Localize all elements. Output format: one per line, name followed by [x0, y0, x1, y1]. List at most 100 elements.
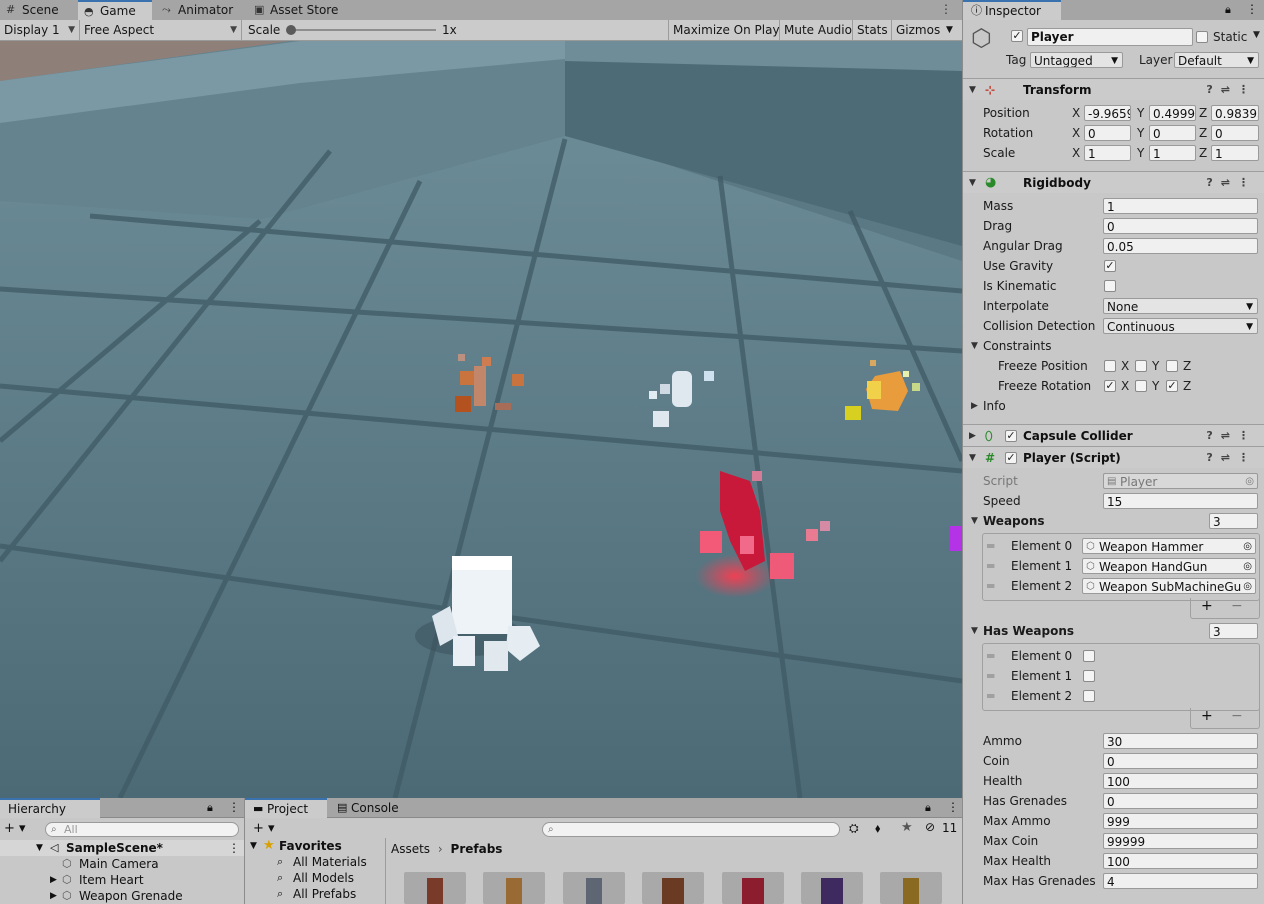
player-script-enabled-checkbox[interactable]: ✓: [1005, 452, 1017, 464]
drag-handle-icon[interactable]: ═: [987, 646, 994, 666]
hierarchy-item[interactable]: ⬡ Main Camera: [0, 856, 244, 872]
use-gravity-checkbox[interactable]: ✓: [1104, 260, 1116, 272]
drag-handle-icon[interactable]: ═: [987, 556, 994, 576]
component-header-icons[interactable]: ?⇌⋮: [1206, 172, 1257, 194]
favorite-all-models[interactable]: All Models: [293, 871, 354, 885]
tag-dropdown[interactable]: Untagged ▼: [1030, 52, 1123, 68]
component-header-icons[interactable]: ?⇌⋮: [1206, 425, 1257, 447]
weapons-size-field[interactable]: 3: [1209, 513, 1258, 529]
drag-handle-icon[interactable]: ═: [987, 666, 994, 686]
rotation-x-field[interactable]: 0: [1084, 125, 1131, 141]
position-y-field[interactable]: 0.49999: [1149, 105, 1196, 121]
object-name-input[interactable]: Player: [1027, 28, 1193, 46]
create-asset-button[interactable]: + ▾: [253, 821, 275, 836]
favorite-all-prefabs[interactable]: All Prefabs: [293, 887, 356, 901]
expand-arrow-icon[interactable]: ▶: [50, 888, 57, 904]
favorite-star-icon[interactable]: ★: [901, 820, 913, 835]
weapon-element-0-field[interactable]: ⬡ Weapon Hammer ◎: [1082, 538, 1256, 554]
lock-icon[interactable]: 🔒︎: [925, 801, 931, 815]
object-picker-icon[interactable]: ◎: [1243, 579, 1252, 593]
scene-row[interactable]: ▼ ◁ SampleScene* ⋮: [0, 840, 244, 856]
expand-arrow-icon[interactable]: ▶: [971, 396, 978, 416]
has-weapon-0-checkbox[interactable]: [1083, 650, 1095, 662]
position-z-field[interactable]: 0.98393: [1211, 105, 1259, 121]
has-weapons-header-row[interactable]: ▼ Has Weapons 3: [963, 621, 1264, 641]
freeze-rotation-y-checkbox[interactable]: [1135, 380, 1147, 392]
breadcrumb-prefabs[interactable]: Prefabs: [451, 842, 503, 856]
prefab-thumbnail[interactable]: [642, 872, 704, 904]
drag-handle-icon[interactable]: ═: [987, 576, 994, 596]
collapse-arrow-icon[interactable]: ▼: [969, 79, 976, 101]
static-checkbox[interactable]: [1196, 31, 1208, 43]
tab-animator[interactable]: ⤳ Animator: [156, 0, 246, 20]
tab-asset-store[interactable]: ▣ Asset Store: [248, 0, 348, 20]
remove-element-button[interactable]: −: [1231, 708, 1243, 724]
max-has-grenades-field[interactable]: 4: [1103, 873, 1258, 889]
more-menu-icon[interactable]: ⋮: [228, 800, 240, 814]
project-search-input[interactable]: ⌕: [542, 822, 840, 837]
max-health-field[interactable]: 100: [1103, 853, 1258, 869]
maximize-on-play-toggle[interactable]: Maximize On Play: [668, 20, 784, 40]
prefab-thumbnail[interactable]: [722, 872, 784, 904]
search-by-type-icon[interactable]: ⛭: [849, 821, 859, 836]
object-picker-icon[interactable]: ◎: [1243, 539, 1252, 553]
collision-detection-dropdown[interactable]: Continuous ▼: [1103, 318, 1258, 334]
tab-console[interactable]: ▤ Console: [329, 798, 419, 818]
scene-menu-icon[interactable]: ⋮: [228, 840, 240, 856]
rigidbody-header[interactable]: ▼ ◕ Rigidbody ?⇌⋮: [963, 171, 1264, 193]
capsule-collider-header[interactable]: ▶ ⬯ ✓ Capsule Collider ?⇌⋮: [963, 424, 1264, 446]
collapse-arrow-icon[interactable]: ▼: [971, 621, 978, 641]
hidden-packages-icon[interactable]: ⊘: [925, 820, 935, 834]
display-dropdown[interactable]: Display 1 ▼: [0, 20, 80, 40]
game-viewport[interactable]: [0, 41, 962, 798]
expand-arrow-icon[interactable]: ▼: [250, 841, 257, 851]
freeze-position-y-checkbox[interactable]: [1135, 360, 1147, 372]
more-menu-icon[interactable]: ⋮: [940, 2, 952, 16]
has-weapons-size-field[interactable]: 3: [1209, 623, 1258, 639]
breadcrumb-assets[interactable]: Assets: [391, 842, 430, 856]
scale-z-field[interactable]: 1: [1211, 145, 1259, 161]
expand-arrow-icon[interactable]: ▶: [50, 872, 57, 888]
max-coin-field[interactable]: 99999: [1103, 833, 1258, 849]
expand-arrow-icon[interactable]: ▶: [969, 425, 976, 447]
is-kinematic-checkbox[interactable]: [1104, 280, 1116, 292]
scale-slider-track[interactable]: [290, 29, 436, 31]
constraints-row[interactable]: ▼ Constraints: [963, 336, 1264, 356]
rotation-y-field[interactable]: 0: [1149, 125, 1196, 141]
component-header-icons[interactable]: ?⇌⋮: [1206, 79, 1257, 101]
collapse-arrow-icon[interactable]: ▼: [971, 511, 978, 531]
lock-icon[interactable]: 🔒︎: [1225, 3, 1231, 17]
tab-inspector[interactable]: ⓘ Inspector: [963, 0, 1061, 20]
gizmos-toggle[interactable]: Gizmos: [891, 20, 944, 40]
add-element-button[interactable]: +: [1201, 598, 1213, 614]
object-picker-icon[interactable]: ◎: [1243, 559, 1252, 573]
capsule-collider-enabled-checkbox[interactable]: ✓: [1005, 430, 1017, 442]
collapse-arrow-icon[interactable]: ▼: [969, 172, 976, 194]
scale-x-field[interactable]: 1: [1084, 145, 1131, 161]
add-element-button[interactable]: +: [1201, 708, 1213, 724]
player-script-header[interactable]: ▼ # ✓ Player (Script) ?⇌⋮: [963, 446, 1264, 468]
freeze-rotation-z-checkbox[interactable]: ✓: [1166, 380, 1178, 392]
expand-arrow-icon[interactable]: ▼: [36, 840, 43, 856]
info-row[interactable]: ▶ Info: [963, 396, 1264, 416]
coin-field[interactable]: 0: [1103, 753, 1258, 769]
tab-project[interactable]: ▬ Project: [245, 798, 327, 818]
add-object-button[interactable]: + ▾: [4, 821, 26, 836]
freeze-position-z-checkbox[interactable]: [1166, 360, 1178, 372]
component-header-icons[interactable]: ?⇌⋮: [1206, 447, 1257, 469]
more-menu-icon[interactable]: ⋮: [947, 800, 959, 814]
rotation-z-field[interactable]: 0: [1211, 125, 1259, 141]
mass-field[interactable]: 1: [1103, 198, 1258, 214]
freeze-rotation-x-checkbox[interactable]: ✓: [1104, 380, 1116, 392]
stats-toggle[interactable]: Stats: [852, 20, 892, 40]
drag-handle-icon[interactable]: ═: [987, 686, 994, 706]
has-grenades-field[interactable]: 0: [1103, 793, 1258, 809]
freeze-position-x-checkbox[interactable]: [1104, 360, 1116, 372]
prefab-thumbnail[interactable]: [483, 872, 545, 904]
gameobject-cube-icon[interactable]: ⬡: [971, 24, 992, 52]
mute-audio-toggle[interactable]: Mute Audio: [779, 20, 856, 40]
remove-element-button[interactable]: −: [1231, 598, 1243, 614]
hierarchy-search-input[interactable]: ⌕ All: [45, 822, 239, 837]
prefab-thumbnail[interactable]: [801, 872, 863, 904]
health-field[interactable]: 100: [1103, 773, 1258, 789]
